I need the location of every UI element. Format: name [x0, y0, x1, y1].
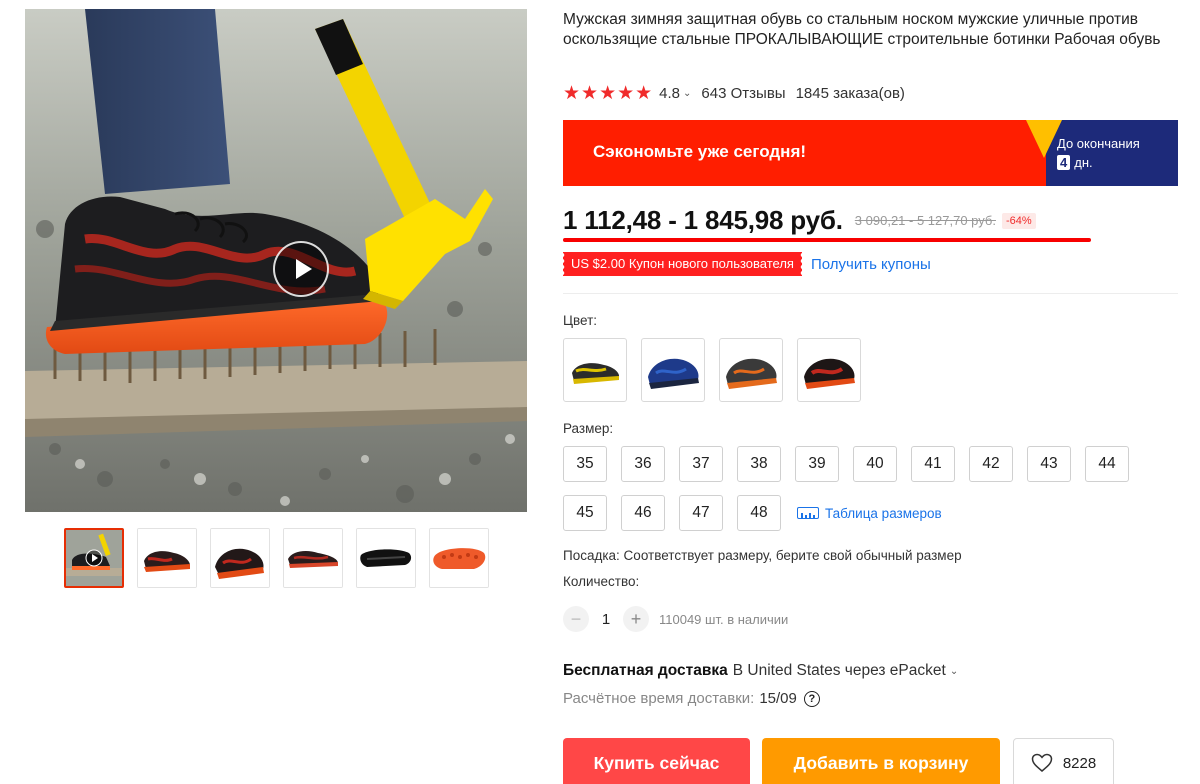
rating-value[interactable]: 4.8	[659, 85, 680, 102]
color-option-grey-orange[interactable]	[719, 338, 783, 402]
fit-info: Посадка: Соответствует размеру, берите с…	[563, 548, 962, 563]
reviews-link[interactable]: 643 Отзывы	[701, 85, 785, 102]
thumbnail-shoe-lateral[interactable]	[283, 528, 343, 588]
price-highlight-underline	[563, 238, 1091, 242]
size-option[interactable]: 42	[969, 446, 1013, 482]
action-buttons: Купить сейчас Добавить в корзину 8228	[563, 738, 1114, 784]
free-shipping-label: Бесплатная доставка	[563, 662, 728, 679]
color-label: Цвет:	[563, 313, 598, 328]
size-option[interactable]: 46	[621, 495, 665, 531]
size-chart-link[interactable]: Таблица размеров	[797, 506, 942, 521]
wishlist-button[interactable]: 8228	[1013, 738, 1114, 784]
thumbnail-shoe-angle[interactable]	[210, 528, 270, 588]
get-coupons-link[interactable]: Получить купоны	[811, 256, 931, 273]
size-option[interactable]: 38	[737, 446, 781, 482]
thumb-shoe-image	[357, 529, 415, 587]
rating-row: ★★★★★ 4.8 ⌄ 643 Отзывы 1845 заказа(ов)	[563, 82, 905, 105]
thumb-shoe-image	[138, 529, 196, 587]
orders-count: 1845 заказа(ов)	[795, 85, 905, 102]
stock-count: 110049 шт. в наличии	[659, 611, 789, 627]
size-option[interactable]: 47	[679, 495, 723, 531]
discount-badge: -64%	[1001, 212, 1036, 229]
thumbnail-shoe-side[interactable]	[137, 528, 197, 588]
size-option[interactable]: 45	[563, 495, 607, 531]
size-row-1: 35 36 37 38 39 40 41 42 43 44	[563, 446, 1163, 482]
size-option[interactable]: 41	[911, 446, 955, 482]
promo-days-number: 4	[1057, 155, 1071, 170]
size-option[interactable]: 39	[795, 446, 839, 482]
size-options: 35 36 37 38 39 40 41 42 43 44 45 46 47 4…	[563, 446, 1163, 544]
add-to-cart-button[interactable]: Добавить в корзину	[762, 738, 1000, 784]
color-option-black-yellow[interactable]	[563, 338, 627, 402]
color-swatch-image	[648, 358, 699, 389]
quantity-stepper: − + 110049 шт. в наличии	[563, 606, 788, 632]
size-option[interactable]: 40	[853, 446, 897, 482]
thumb-shoe-image	[284, 529, 342, 587]
size-option[interactable]: 48	[737, 495, 781, 531]
color-swatch-image	[726, 358, 777, 389]
size-row-2: 45 46 47 48 Таблица размеров	[563, 495, 1163, 531]
promo-days-unit: дн.	[1074, 155, 1093, 170]
color-option-black-red[interactable]	[797, 338, 861, 402]
quantity-input[interactable]	[589, 610, 623, 628]
thumb-shoe-image	[211, 529, 269, 587]
delivery-eta-row: Расчётное время доставки: 15/09 ?	[563, 690, 820, 707]
thumb-video-image	[66, 530, 122, 586]
eta-label: Расчётное время доставки:	[563, 690, 755, 707]
size-option[interactable]: 35	[563, 446, 607, 482]
main-product-image[interactable]	[25, 9, 527, 512]
color-swatch-image	[804, 358, 855, 389]
shipping-row: Бесплатная доставка В United States чере…	[563, 662, 968, 680]
color-swatch-image	[572, 363, 620, 384]
new-user-coupon-tag[interactable]: US $2.00 Купон нового пользователя	[562, 252, 802, 276]
thumbnail-shoe-sole[interactable]	[429, 528, 489, 588]
size-option[interactable]: 44	[1085, 446, 1129, 482]
buy-now-button[interactable]: Купить сейчас	[563, 738, 750, 784]
color-option-blue[interactable]	[641, 338, 705, 402]
star-rating-icon: ★★★★★	[563, 83, 654, 104]
price-row: 1 112,48 - 1 845,98 руб. 3 090,21 - 5 12…	[563, 205, 1036, 236]
shipping-destination[interactable]: В United States через ePacket	[733, 662, 946, 680]
quantity-label: Количество:	[563, 574, 640, 589]
help-icon[interactable]: ?	[803, 690, 820, 707]
quantity-decrease-button[interactable]: −	[563, 606, 589, 632]
heart-icon	[1031, 753, 1053, 772]
product-title: Мужская зимняя защитная обувь со стальны…	[563, 11, 1161, 48]
current-price: 1 112,48 - 1 845,98 руб.	[563, 205, 843, 235]
chevron-down-icon[interactable]: ⌄	[683, 88, 691, 99]
promo-banner: Сэкономьте уже сегодня! До окончания 4 дн…	[563, 120, 1178, 186]
size-option[interactable]: 43	[1027, 446, 1071, 482]
wishlist-count: 8228	[1062, 754, 1097, 772]
chevron-down-icon[interactable]: ⌄	[950, 666, 958, 677]
color-options	[563, 338, 861, 402]
quantity-increase-button[interactable]: +	[623, 606, 649, 632]
thumbnail-strip	[64, 528, 489, 588]
size-option[interactable]: 37	[679, 446, 723, 482]
thumbnail-video[interactable]	[64, 528, 124, 588]
size-option[interactable]: 36	[621, 446, 665, 482]
original-price: 3 090,21 - 5 127,70 руб.	[854, 213, 996, 228]
eta-date: 15/09	[759, 690, 797, 707]
promo-countdown: До окончания 4 дн.	[1057, 134, 1140, 172]
coupon-row: US $2.00 Купон нового пользователя Получ…	[562, 252, 931, 276]
size-label: Размер:	[563, 421, 614, 436]
ruler-icon	[797, 507, 819, 519]
thumbnail-shoe-bottom[interactable]	[356, 528, 416, 588]
size-chart-label: Таблица размеров	[825, 505, 942, 521]
play-icon	[295, 259, 312, 279]
thumb-shoe-image	[430, 529, 488, 587]
divider	[563, 293, 1178, 294]
promo-until-label: До окончания	[1057, 136, 1140, 151]
promo-headline: Сэкономьте уже сегодня!	[593, 142, 807, 161]
play-video-button[interactable]	[273, 241, 329, 297]
